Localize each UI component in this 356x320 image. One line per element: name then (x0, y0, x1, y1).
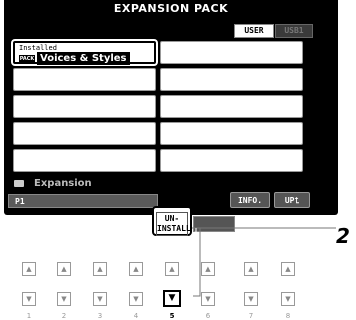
empty-slot[interactable] (160, 41, 303, 64)
lcd-screen: EXPANSION PACK USER USB1 Installed PACK … (4, 0, 338, 215)
panel-up-button-7[interactable]: ▲ (244, 262, 258, 276)
button-number-4: 4 (133, 312, 139, 320)
button-number-8: 8 (285, 312, 291, 320)
empty-slot[interactable] (13, 122, 156, 145)
panel-down-button-8[interactable]: ▼ (281, 292, 295, 306)
uninstall-line1: UN- (164, 214, 180, 223)
panel-down-button-1[interactable]: ▼ (22, 292, 36, 306)
panel-up-button-5[interactable]: ▲ (165, 262, 179, 276)
folder-label: Expansion (34, 178, 92, 189)
panel-down-button-5[interactable]: ▼ (163, 290, 181, 307)
tab-user[interactable]: USER (234, 24, 274, 38)
empty-slot[interactable] (13, 95, 156, 118)
panel-up-button-2[interactable]: ▲ (57, 262, 71, 276)
panel-up-button-6[interactable]: ▲ (201, 262, 215, 276)
empty-slot[interactable] (13, 149, 156, 172)
panel-down-button-3[interactable]: ▼ (93, 292, 107, 306)
panel-down-button-2[interactable]: ▼ (57, 292, 71, 306)
info-button[interactable]: INFO. (230, 192, 270, 208)
button-number-7: 7 (248, 312, 254, 320)
pack-icon: PACK (19, 55, 35, 64)
panel-up-button-4[interactable]: ▲ (129, 262, 143, 276)
up-arrow-icon: ⮤ (294, 196, 300, 205)
empty-slot[interactable] (160, 95, 303, 118)
file-grid: Installed PACK Voices & Styles (11, 39, 331, 172)
button-number-1: 1 (26, 312, 32, 320)
folder-icon (14, 179, 24, 187)
page-tab-p1[interactable]: P1 (8, 194, 158, 208)
panel-down-button-4[interactable]: ▼ (129, 292, 143, 306)
up-button[interactable]: UP⮤ (274, 192, 310, 208)
panel-down-button-6[interactable]: ▼ (201, 292, 215, 306)
tab-usb1[interactable]: USB1 (275, 24, 313, 38)
callout-number: 2 (336, 224, 350, 248)
current-folder: Expansion (8, 177, 228, 191)
up-label: UP (284, 196, 295, 205)
uninstall-button[interactable]: UN- INSTALL (152, 206, 192, 236)
ghost-button (193, 216, 235, 232)
button-number-6: 6 (205, 312, 211, 320)
panel-up-button-3[interactable]: ▲ (93, 262, 107, 276)
installed-label: Installed (19, 44, 57, 52)
empty-slot[interactable] (13, 68, 156, 91)
empty-slot[interactable] (160, 149, 303, 172)
uninstall-line2: INSTALL (157, 224, 191, 233)
file-item-voices-styles[interactable]: Installed PACK Voices & Styles (11, 39, 158, 66)
panel-up-button-1[interactable]: ▲ (22, 262, 36, 276)
panel-down-button-7[interactable]: ▼ (244, 292, 258, 306)
button-number-2: 2 (61, 312, 67, 320)
screen-title: EXPANSION PACK (113, 2, 229, 15)
button-number-5: 5 (169, 312, 175, 320)
button-number-3: 3 (97, 312, 103, 320)
empty-slot[interactable] (160, 68, 303, 91)
panel-up-button-8[interactable]: ▲ (281, 262, 295, 276)
empty-slot[interactable] (160, 122, 303, 145)
file-name: Voices & Styles (37, 52, 130, 65)
uninstall-label-box: UN- INSTALL (156, 212, 191, 236)
